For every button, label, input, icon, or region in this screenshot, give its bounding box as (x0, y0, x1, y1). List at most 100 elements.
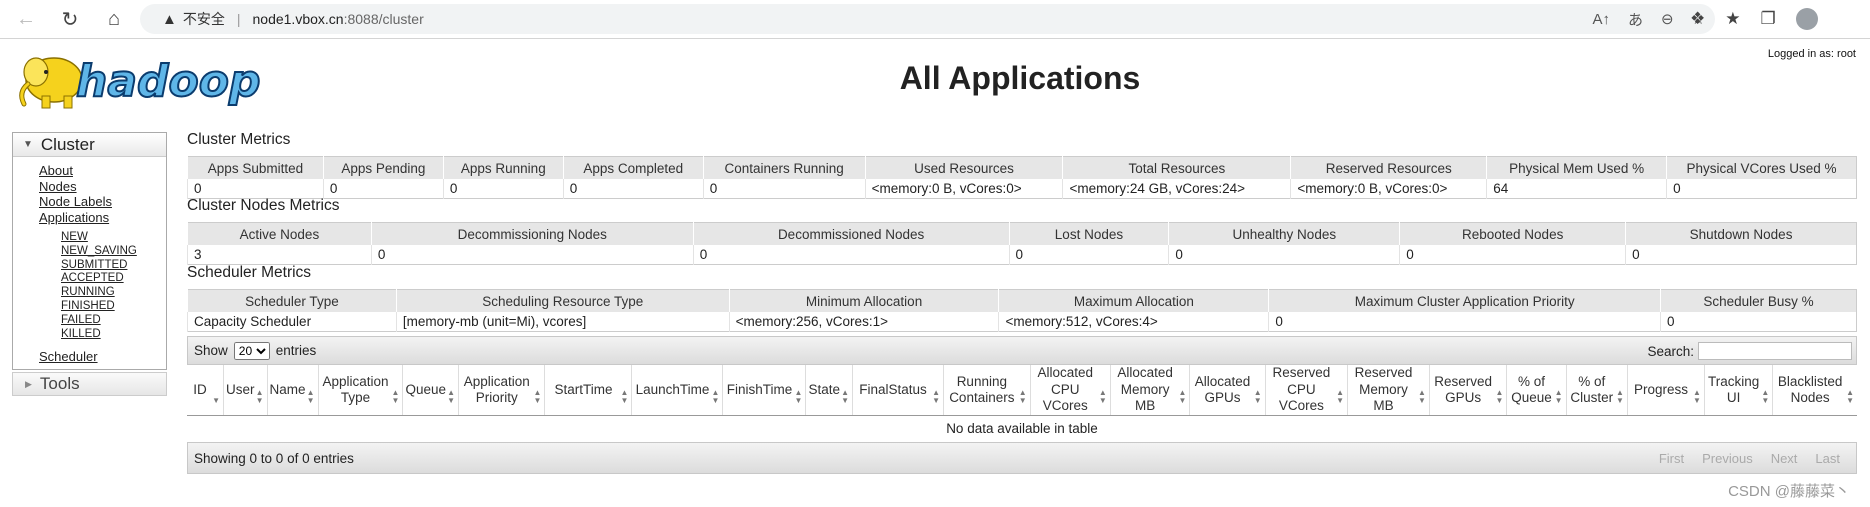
extensions-icon[interactable]: ❖ (1690, 9, 1705, 29)
sidebar-state-accepted[interactable]: ACCEPTED (61, 272, 166, 286)
cm-value: 0 (442, 179, 564, 199)
nodes-metrics-title: Cluster Nodes Metrics (187, 197, 340, 214)
col-header-user[interactable]: User ▲ ▼ (223, 365, 268, 416)
col-header-tracking-ui[interactable]: Tracking UI ▲ ▼ (1704, 365, 1774, 416)
col-header-percent-of-cluster[interactable]: % of Cluster ▲ ▼ (1566, 365, 1628, 416)
sidebar-link-scheduler[interactable]: Scheduler (39, 349, 166, 365)
sort-icon: ▲ ▼ (1761, 388, 1770, 405)
sidebar-state-finished[interactable]: FINISHED (61, 300, 166, 314)
pager-last[interactable]: Last (1815, 451, 1840, 466)
shutdown-nodes-link[interactable]: 0 (1632, 247, 1640, 262)
pager-next[interactable]: Next (1771, 451, 1798, 466)
col-header-state[interactable]: State ▲ ▼ (805, 365, 853, 416)
sort-icon: ▲ ▼ (1846, 388, 1854, 405)
col-header-reserved-gpus[interactable]: Reserved GPUs ▲ ▼ (1429, 365, 1508, 416)
sidebar-state-running[interactable]: RUNNING (61, 286, 166, 300)
sort-icon: ▲ ▼ (711, 388, 720, 405)
scheduler-metrics-title: Scheduler Metrics (187, 264, 312, 281)
sidebar-state-new-saving[interactable]: NEW_SAVING (61, 245, 166, 259)
col-header-id[interactable]: ID ▼ (187, 365, 224, 416)
profile-avatar[interactable] (1795, 8, 1818, 30)
col-header-reserved-cpu-vcores[interactable]: Reserved CPU VCores ▲ ▼ (1265, 365, 1349, 416)
col-header-name[interactable]: Name ▲ ▼ (267, 365, 319, 416)
nm-header: Unhealthy Nodes (1168, 222, 1400, 245)
sidebar-cluster-header[interactable]: ▼ Cluster (13, 133, 166, 157)
cm-header: Physical Mem Used % (1486, 156, 1667, 179)
decommissioned-nodes-link[interactable]: 0 (700, 247, 708, 262)
cm-value: 0 (562, 179, 704, 199)
col-header-percent-of-queue[interactable]: % of Queue ▲ ▼ (1506, 365, 1567, 416)
col-header-starttime[interactable]: StartTime ▲ ▼ (544, 365, 633, 416)
sm-value: <memory:512, vCores:4> (998, 312, 1269, 332)
cm-value: <memory:0 B, vCores:0> (1290, 179, 1487, 199)
col-header-allocated-cpu-vcores[interactable]: Allocated CPU VCores ▲ ▼ (1030, 365, 1111, 416)
decommissioning-nodes-link[interactable]: 0 (378, 247, 386, 262)
cm-value: 0 (1666, 179, 1857, 199)
cm-header: Physical VCores Used % (1666, 156, 1857, 179)
pager-previous[interactable]: Previous (1702, 451, 1753, 466)
zoom-icon[interactable]: ⊖ (1661, 10, 1674, 28)
sm-value: 0 (1660, 312, 1857, 332)
col-header-running-containers[interactable]: Running Containers ▲ ▼ (943, 365, 1031, 416)
applications-table: ID ▼ User ▲ ▼ Name ▲ ▼ Application Type ▲ ▼ Que… (187, 365, 1857, 440)
empty-table-message: No data available in table (946, 420, 1098, 436)
translate-icon[interactable]: あ (1628, 9, 1643, 30)
page-size-select[interactable]: 20 (233, 341, 270, 360)
lost-nodes-link[interactable]: 0 (1016, 247, 1024, 262)
sort-icon: ▲ ▼ (841, 388, 849, 405)
nm-header: Shutdown Nodes (1625, 222, 1857, 245)
sort-icon: ▲ ▼ (1336, 388, 1345, 405)
col-header-application-priority[interactable]: Application Priority ▲ ▼ (458, 365, 546, 416)
cm-header: Apps Submitted (187, 156, 324, 179)
sort-icon: ▲ ▼ (306, 388, 315, 405)
sm-header: Scheduler Busy % (1660, 289, 1857, 312)
collections-icon[interactable]: ❐ (1761, 9, 1776, 29)
back-icon[interactable]: ← (12, 5, 40, 33)
sidebar-state-failed[interactable]: FAILED (61, 314, 166, 328)
table-info: Showing 0 to 0 of 0 entries (194, 450, 354, 466)
col-header-blacklisted-nodes[interactable]: Blacklisted Nodes ▲ ▼ (1772, 365, 1857, 416)
col-header-reserved-memory-mb[interactable]: Reserved Memory MB ▲ ▼ (1347, 365, 1430, 416)
sort-icon: ▲ ▼ (794, 388, 803, 405)
col-header-finalstatus[interactable]: FinalStatus ▲ ▼ (852, 365, 944, 416)
nm-header: Decommissioned Nodes (692, 222, 1009, 245)
sidebar-state-submitted[interactable]: SUBMITTED (61, 259, 166, 273)
sidebar-state-killed[interactable]: KILLED (61, 328, 166, 342)
col-header-queue[interactable]: Queue ▲ ▼ (402, 365, 459, 416)
col-header-progress[interactable]: Progress ▲ ▼ (1627, 365, 1705, 416)
read-aloud-icon[interactable]: A↑ (1592, 11, 1610, 28)
sidebar-tools-header[interactable]: ▶ Tools (12, 372, 167, 396)
sidebar-link-nodes[interactable]: Nodes (39, 179, 166, 195)
rebooted-nodes-link[interactable]: 0 (1406, 247, 1414, 262)
sidebar-state-new[interactable]: NEW (61, 231, 166, 245)
address-separator: | (236, 11, 241, 27)
pager-first[interactable]: First (1659, 451, 1684, 466)
col-header-allocated-memory-mb[interactable]: Allocated Memory MB ▲ ▼ (1110, 365, 1191, 416)
sidebar-link-about[interactable]: About (39, 163, 166, 179)
entries-label: entries (275, 343, 317, 358)
home-icon[interactable]: ⌂ (100, 5, 128, 33)
sidebar-link-node-labels[interactable]: Node Labels (39, 194, 166, 210)
sort-icon: ▲ ▼ (1253, 388, 1262, 405)
unhealthy-nodes-link[interactable]: 0 (1175, 247, 1183, 262)
sm-value: 0 (1268, 312, 1661, 332)
warning-icon: ▲ (162, 10, 177, 28)
col-header-application-type[interactable]: Application Type ▲ ▼ (318, 365, 404, 416)
sidebar-link-applications[interactable]: Applications (39, 210, 166, 226)
favorites-icon[interactable]: ★ (1725, 9, 1740, 29)
active-nodes-link[interactable]: 3 (194, 247, 202, 262)
col-header-allocated-gpus[interactable]: Allocated GPUs ▲ ▼ (1189, 365, 1266, 416)
search-input[interactable] (1698, 342, 1852, 360)
cm-value: <memory:24 GB, vCores:24> (1062, 179, 1291, 199)
cm-header: Apps Running (442, 156, 564, 179)
reload-icon[interactable]: ↻ (56, 5, 84, 33)
nodes-metrics-table: Active Nodes Decommissioning Nodes Decom… (187, 222, 1857, 265)
sort-icon: ▲ ▼ (391, 388, 400, 405)
sm-header: Scheduler Type (187, 289, 397, 312)
cm-value: 0 (187, 179, 324, 199)
sm-value: Capacity Scheduler (187, 312, 397, 332)
address-bar[interactable]: ▲ 不安全 | node1.vbox.cn:8088/cluster A↑ あ … (140, 4, 1715, 34)
col-header-launchtime[interactable]: LaunchTime ▲ ▼ (631, 365, 724, 416)
col-header-finishtime[interactable]: FinishTime ▲ ▼ (722, 365, 807, 416)
applications-panel: Show 20 entries Search: ID ▼ User ▲ ▼ Name ▲… (187, 336, 1857, 474)
